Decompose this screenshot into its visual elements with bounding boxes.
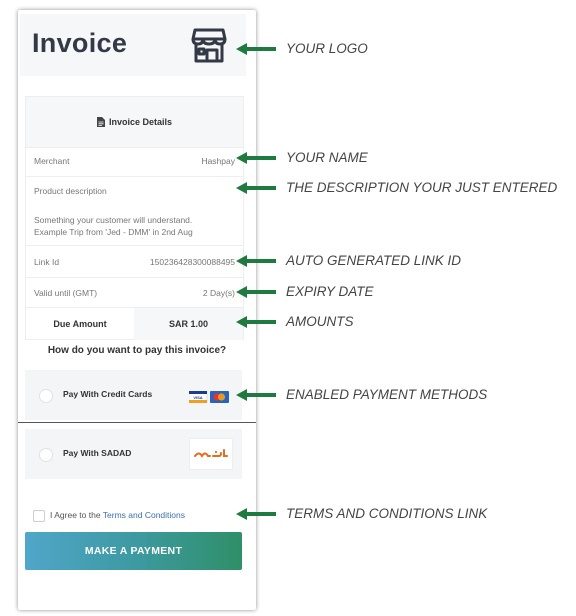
annotation-text: ENABLED PAYMENT METHODS: [286, 387, 488, 402]
invoice-details-panel: Invoice Details Merchant Hashpay Product…: [25, 96, 244, 340]
merchant-value: Hashpay: [201, 156, 235, 166]
annotation-text: EXPIRY DATE: [286, 284, 374, 299]
terms-checkbox[interactable]: [33, 510, 45, 522]
valid-until-label: Valid until (GMT): [34, 288, 98, 298]
due-amount-label: Due Amount: [53, 319, 107, 329]
merchant-label: Merchant: [34, 156, 70, 166]
document-icon: [96, 117, 105, 127]
annotation-text: TERMS AND CONDITIONS LINK: [286, 506, 488, 521]
annotation-name: YOUR NAME: [236, 150, 576, 166]
product-description-text: Something your customer will understand.…: [34, 214, 239, 238]
sadad-logo-icon: [189, 438, 233, 470]
product-description-line: Something your customer will understand.: [34, 215, 193, 225]
product-description-label: Product description: [34, 186, 107, 196]
annotation-text: YOUR NAME: [286, 150, 368, 165]
product-description-line: Example Trip from 'Jed - DMM' in 2nd Aug: [34, 227, 193, 237]
divider: [26, 176, 243, 177]
arrow-left-icon: [236, 43, 276, 55]
link-id-label: Link Id: [34, 257, 60, 267]
payment-divider: [18, 422, 256, 423]
annotation-link-id: AUTO GENERATED LINK ID: [236, 253, 576, 269]
terms-link[interactable]: Terms and Conditions: [103, 510, 185, 520]
annotation-text: AMOUNTS: [286, 314, 354, 329]
invoice-details-label: Invoice Details: [108, 117, 173, 127]
divider: [26, 277, 243, 278]
invoice-title: Invoice: [32, 28, 128, 58]
annotation-terms: TERMS AND CONDITIONS LINK: [236, 506, 576, 522]
store-logo-icon: [191, 28, 227, 63]
terms-text: I Agree to the Terms and Conditions: [50, 510, 185, 520]
due-amount-row: Due Amount SAR 1.00: [26, 307, 243, 340]
annotation-description: THE DESCRIPTION YOUR JUST ENTERED: [236, 180, 576, 196]
pay-question: How do you want to pay this invoice?: [47, 345, 227, 356]
valid-until-value: 2 Day(s): [202, 288, 235, 298]
terms-prefix: I Agree to the: [50, 510, 101, 520]
divider: [26, 245, 243, 246]
credit-card-radio[interactable]: [39, 389, 53, 403]
payment-option-label: Pay With Credit Cards: [63, 389, 153, 399]
arrow-left-icon: [236, 286, 276, 298]
annotation-amounts: AMOUNTS: [236, 314, 576, 330]
make-payment-button[interactable]: MAKE A PAYMENT: [25, 532, 242, 570]
due-amount-value: SAR 1.00: [134, 308, 243, 340]
arrow-left-icon: [236, 316, 276, 328]
annotation-expiry: EXPIRY DATE: [236, 284, 576, 300]
arrow-left-icon: [236, 255, 276, 267]
annotation-text: YOUR LOGO: [286, 41, 368, 56]
payment-option-sadad[interactable]: Pay With SADAD: [25, 429, 242, 479]
annotation-text: AUTO GENERATED LINK ID: [286, 253, 462, 268]
payment-option-label: Pay With SADAD: [63, 448, 132, 458]
invoice-details-heading: Invoice Details: [26, 97, 243, 148]
payment-option-credit-cards[interactable]: Pay With Credit Cards VISA: [25, 370, 242, 420]
arrow-left-icon: [236, 182, 276, 194]
visa-mastercard-icon: VISA: [189, 391, 229, 403]
arrow-left-icon: [236, 389, 276, 401]
arrow-left-icon: [236, 152, 276, 164]
annotation-logo: YOUR LOGO: [236, 41, 576, 57]
sadad-radio[interactable]: [39, 448, 53, 462]
annotation-payment-methods: ENABLED PAYMENT METHODS: [236, 387, 576, 403]
svg-text:VISA: VISA: [193, 395, 202, 400]
invoice-header: Invoice: [20, 14, 246, 76]
link-id-value: 150236428300088495: [149, 257, 235, 267]
annotation-text: THE DESCRIPTION YOUR JUST ENTERED: [286, 180, 558, 195]
arrow-left-icon: [236, 508, 276, 520]
